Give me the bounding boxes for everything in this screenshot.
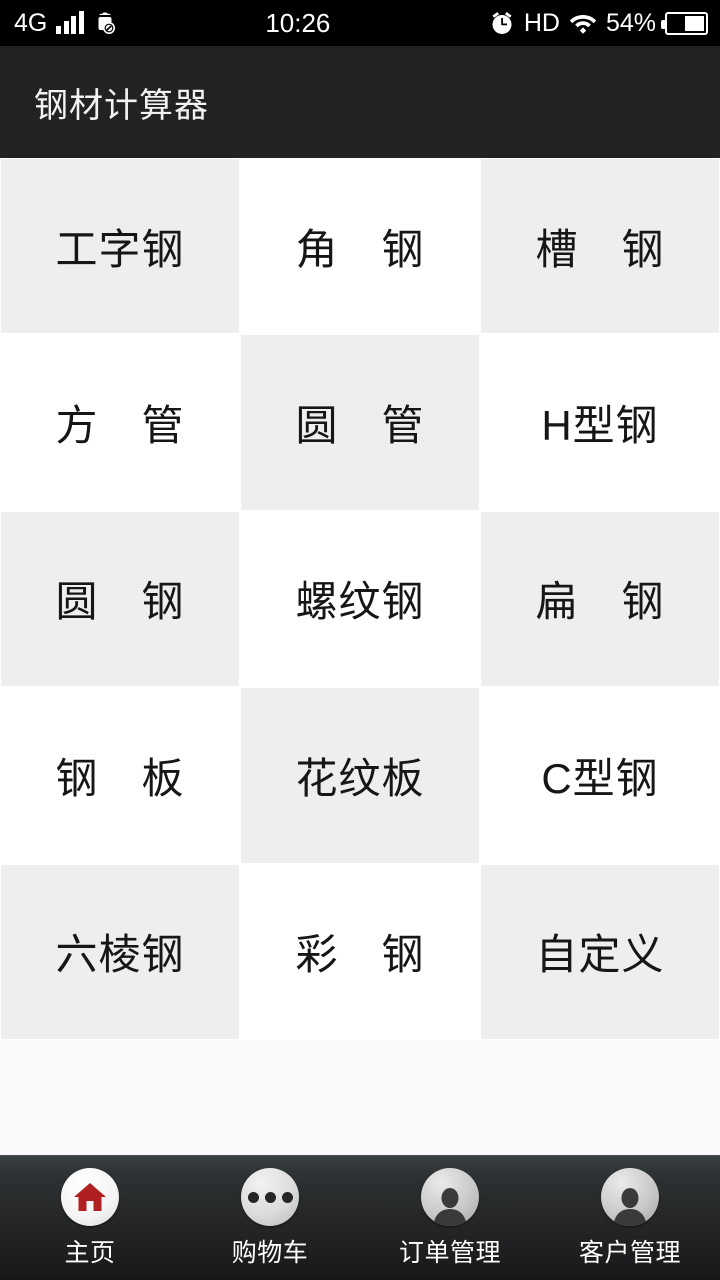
grid-cell-label: C型钢: [541, 754, 659, 802]
grid-cell-0[interactable]: 工字钢: [0, 158, 240, 335]
status-bar-center: 10:26: [117, 10, 489, 36]
grid-cell-label: 螺纹钢: [295, 578, 425, 626]
page-title: 钢材计算器: [34, 86, 209, 125]
nav-item-2[interactable]: 订单管理: [360, 1156, 540, 1269]
signal-bars-icon: [56, 11, 84, 34]
three-dots-glyph: [247, 1191, 293, 1203]
android-blocked-icon: [93, 9, 117, 37]
grid-cell-11[interactable]: C型钢: [480, 687, 720, 864]
grid-cell-14[interactable]: 自定义: [480, 863, 720, 1040]
grid-cell-3[interactable]: 方 管: [0, 334, 240, 511]
grid-cell-12[interactable]: 六棱钢: [0, 863, 240, 1040]
grid-cell-label: 圆 钢: [55, 578, 185, 626]
grid-cell-label: H型钢: [541, 402, 659, 450]
grid-cell-10[interactable]: 花纹板: [240, 687, 480, 864]
grid-cell-8[interactable]: 扁 钢: [480, 510, 720, 688]
grid-cell-label: 槽 钢: [535, 225, 665, 273]
status-bar-left: 4G: [14, 9, 117, 37]
person-glyph: [421, 1168, 479, 1226]
nav-item-label: 订单管理: [398, 1239, 501, 1267]
nav-item-label: 购物车: [231, 1239, 309, 1267]
nav-item-0[interactable]: 主页: [0, 1156, 180, 1269]
grid-cell-4[interactable]: 圆 管: [240, 334, 480, 511]
grid-cell-9[interactable]: 钢 板: [0, 687, 240, 864]
grid-cell-1[interactable]: 角 钢: [240, 158, 480, 335]
nav-item-1[interactable]: 购物车: [180, 1156, 360, 1269]
alarm-clock-icon: [489, 10, 515, 36]
network-type-label: 4G: [14, 8, 48, 37]
nav-item-label: 主页: [64, 1239, 116, 1267]
three-dots-icon[interactable]: [241, 1168, 299, 1226]
home-icon[interactable]: [61, 1168, 119, 1226]
app-title-bar: 钢材计算器: [0, 46, 720, 158]
battery-icon: [661, 11, 708, 35]
status-bar: 4G 10:26 HD 54%: [0, 0, 720, 46]
person-icon[interactable]: [421, 1168, 479, 1226]
grid-cell-label: 方 管: [55, 402, 185, 450]
grid-cell-label: 自定义: [535, 931, 665, 979]
grid-cell-label: 钢 板: [55, 754, 185, 802]
nav-item-3[interactable]: 客户管理: [540, 1156, 720, 1269]
steel-type-grid: 工字钢 角 钢 槽 钢方 管 圆 管 H型钢圆 钢 螺纹钢 扁 钢钢 板 花纹板 C型钢六棱钢 彩…: [0, 158, 720, 1040]
grid-cell-label: 圆 管: [295, 402, 425, 450]
grid-cell-label: 彩 钢: [295, 931, 425, 979]
grid-cell-label: 工字钢: [55, 225, 185, 273]
page-filler: [0, 1040, 720, 1155]
grid-cell-label: 扁 钢: [535, 578, 665, 626]
battery-percent-label: 54%: [605, 8, 656, 37]
grid-cell-label: 花纹板: [295, 754, 425, 802]
person-glyph: [601, 1168, 659, 1226]
grid-cell-13[interactable]: 彩 钢: [240, 863, 480, 1040]
status-bar-right: HD 54%: [489, 10, 708, 36]
grid-cell-5[interactable]: H型钢: [480, 334, 720, 511]
grid-cell-6[interactable]: 圆 钢: [0, 510, 240, 688]
grid-cell-label: 角 钢: [295, 225, 425, 273]
status-bar-clock: 10:26: [265, 8, 331, 38]
bottom-navigation-bar: 主页 购物车 订单管理 客户管理: [0, 1155, 720, 1280]
wifi-icon: [569, 12, 597, 34]
grid-cell-7[interactable]: 螺纹钢: [240, 510, 480, 688]
hd-label: HD: [523, 8, 560, 37]
nav-item-label: 客户管理: [578, 1239, 681, 1267]
grid-cell-2[interactable]: 槽 钢: [480, 158, 720, 335]
person-icon[interactable]: [601, 1168, 659, 1226]
grid-cell-label: 六棱钢: [55, 931, 185, 979]
